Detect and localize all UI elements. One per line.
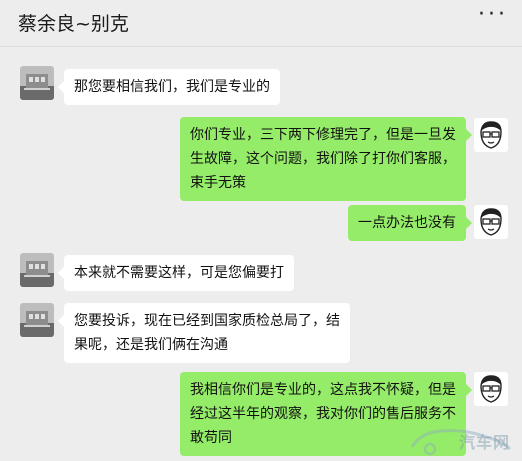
message-bubble-received: 您要投诉，现在已经到国家质检总局了，结果呢，还是我们俩在沟通	[58, 303, 350, 363]
contact-avatar[interactable]	[20, 303, 54, 337]
contact-avatar[interactable]	[20, 253, 54, 287]
message-bubble-received: 那您要相信我们，我们是专业的	[58, 69, 280, 105]
chat-title: 蔡余良~别克	[18, 13, 129, 35]
watermark-text: 汽车网	[458, 433, 510, 452]
more-dots-icon[interactable]: ···	[478, 4, 508, 26]
user-avatar[interactable]	[474, 205, 508, 239]
message-bubble-sent: 一点办法也没有	[348, 205, 472, 241]
user-avatar[interactable]	[474, 372, 508, 406]
user-avatar[interactable]	[474, 118, 508, 152]
message-bubble-received: 本来就不需要这样，可是您偏要打	[58, 255, 294, 291]
contact-avatar[interactable]	[20, 66, 54, 100]
chat-header: 蔡余良~别克 ···	[0, 0, 522, 47]
message-bubble-sent: 你们专业，三下两下修理完了，但是一旦发生故障，这个问题，我们除了打你们客服，束手…	[180, 117, 472, 201]
